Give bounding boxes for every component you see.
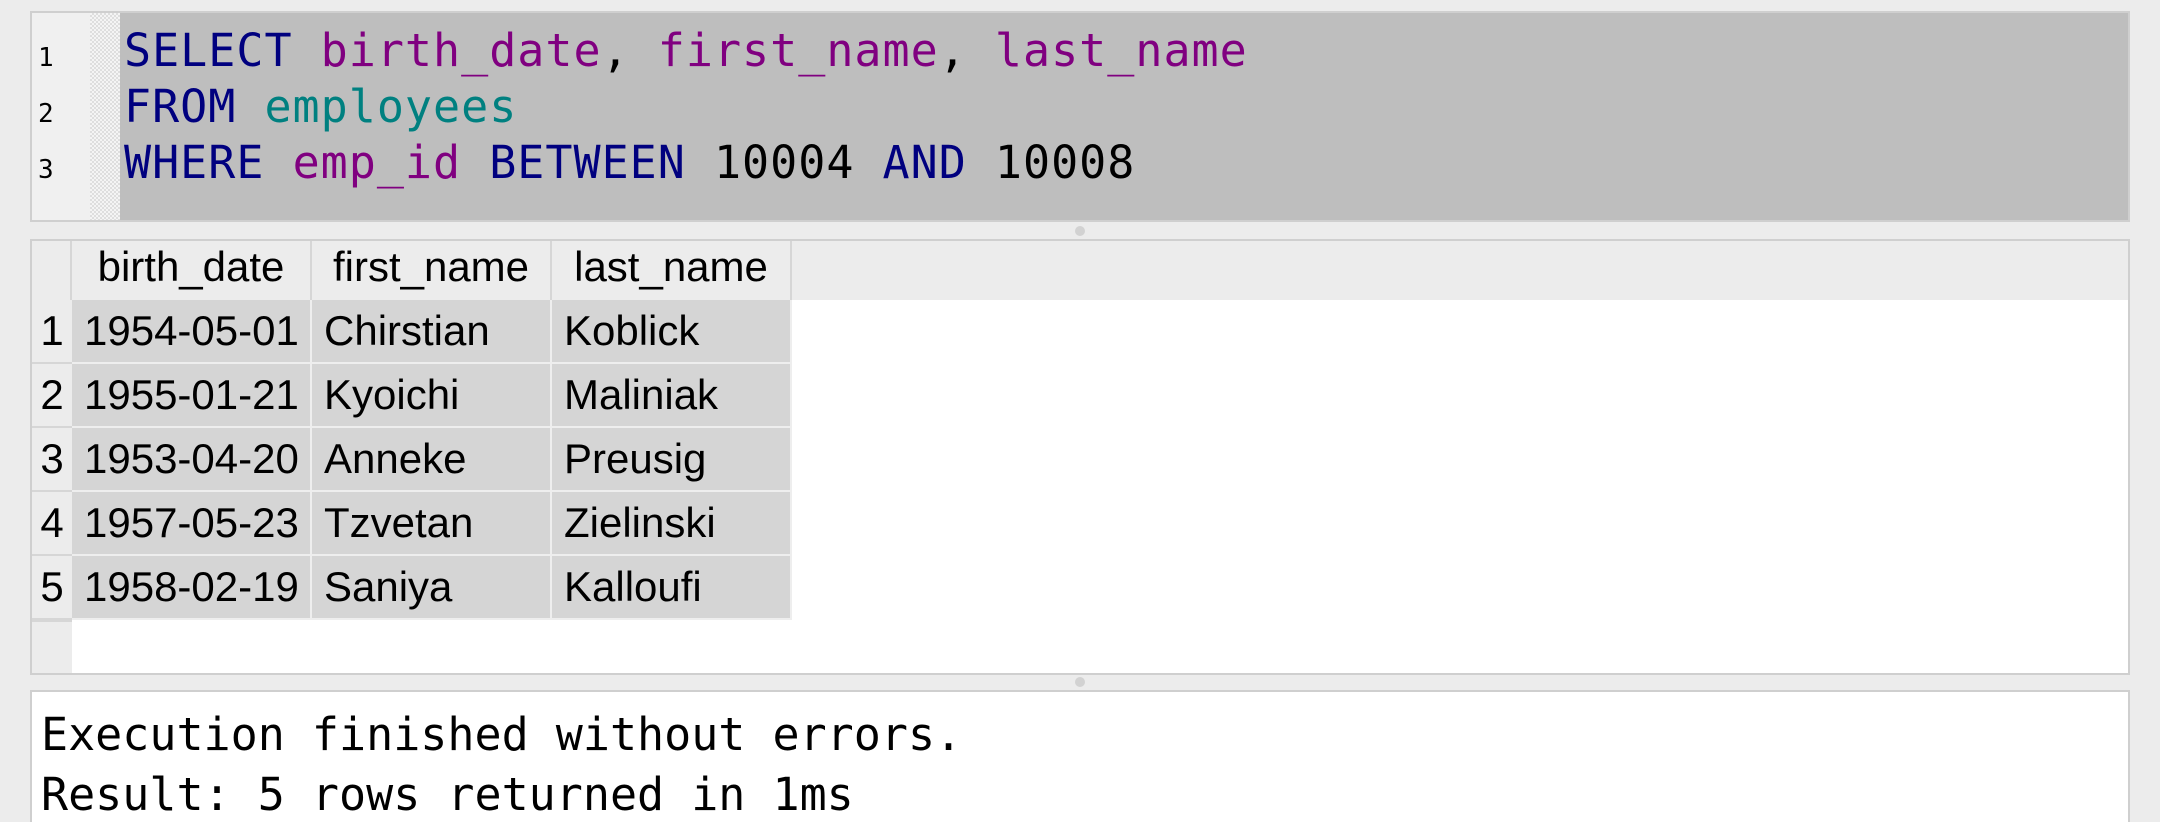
line-number: 2	[38, 99, 54, 129]
sql-identifier: birth_date	[320, 24, 602, 77]
cell-birth-date[interactable]: 1957-05-23	[72, 492, 312, 556]
column-header-birth-date[interactable]: birth_date	[72, 241, 312, 300]
splitter-handle[interactable]	[1075, 226, 1085, 236]
line-number-gutter: 1 2 3	[32, 13, 90, 220]
sql-identifier: first_name	[657, 24, 939, 77]
cell-last-name[interactable]: Kalloufi	[552, 556, 792, 620]
splitter-handle[interactable]	[1075, 677, 1085, 687]
results-grid[interactable]: birth_date first_name last_name 1 1954-05…	[30, 239, 2130, 675]
sql-keyword: BETWEEN	[489, 136, 686, 189]
cell-first-name[interactable]: Anneke	[312, 428, 552, 492]
cell-last-name[interactable]: Zielinski	[552, 492, 792, 556]
code-line[interactable]: WHERE emp_id BETWEEN 10004 AND 10008	[124, 135, 1135, 191]
cell-birth-date[interactable]: 1953-04-20	[72, 428, 312, 492]
sql-table-name: employees	[264, 80, 518, 133]
cell-birth-date[interactable]: 1954-05-01	[72, 300, 312, 364]
fold-margin	[90, 13, 120, 220]
sql-whitespace	[461, 136, 489, 189]
result-summary: Result: 5 rows returned in 1ms	[41, 768, 854, 821]
sql-identifier: emp_id	[292, 136, 462, 189]
sql-whitespace	[264, 136, 292, 189]
line-number: 3	[38, 155, 54, 185]
row-header-stub	[32, 620, 72, 626]
row-number[interactable]: 4	[32, 492, 72, 556]
sql-whitespace	[293, 24, 321, 77]
cell-first-name[interactable]: Tzvetan	[312, 492, 552, 556]
sql-keyword: AND	[882, 136, 967, 189]
cell-last-name[interactable]: Koblick	[552, 300, 792, 364]
line-number: 1	[38, 43, 54, 73]
code-line[interactable]: FROM employees	[124, 79, 517, 135]
sql-whitespace	[686, 136, 714, 189]
cell-first-name[interactable]: Kyoichi	[312, 364, 552, 428]
grid-corner[interactable]	[32, 241, 72, 300]
sql-editor[interactable]: 1 2 3 SELECT birth_date, first_name, las…	[30, 11, 2130, 222]
status-message: Execution finished without errors.	[41, 708, 963, 761]
cell-birth-date[interactable]: 1955-01-21	[72, 364, 312, 428]
message-pane[interactable]: Execution finished without errors. Resul…	[30, 690, 2130, 822]
cell-last-name[interactable]: Preusig	[552, 428, 792, 492]
code-line[interactable]: SELECT birth_date, first_name, last_name	[124, 23, 1248, 79]
sql-keyword: FROM	[124, 80, 237, 133]
row-number[interactable]: 2	[32, 364, 72, 428]
cell-first-name[interactable]: Saniya	[312, 556, 552, 620]
column-header-last-name[interactable]: last_name	[552, 241, 792, 300]
sql-whitespace: ,	[601, 24, 658, 77]
sql-whitespace	[854, 136, 882, 189]
sql-number: 10004	[713, 136, 855, 189]
row-number[interactable]: 5	[32, 556, 72, 620]
row-number[interactable]: 1	[32, 300, 72, 364]
sql-number: 10008	[994, 136, 1136, 189]
cell-last-name[interactable]: Maliniak	[552, 364, 792, 428]
sql-whitespace	[967, 136, 995, 189]
cell-birth-date[interactable]: 1958-02-19	[72, 556, 312, 620]
sql-identifier: last_name	[994, 24, 1248, 77]
sql-whitespace: ,	[938, 24, 995, 77]
sql-keyword: SELECT	[124, 24, 293, 77]
cell-first-name[interactable]: Chirstian	[312, 300, 552, 364]
sql-whitespace	[236, 80, 264, 133]
column-header-first-name[interactable]: first_name	[312, 241, 552, 300]
sql-keyword: WHERE	[124, 136, 265, 189]
row-number[interactable]: 3	[32, 428, 72, 492]
